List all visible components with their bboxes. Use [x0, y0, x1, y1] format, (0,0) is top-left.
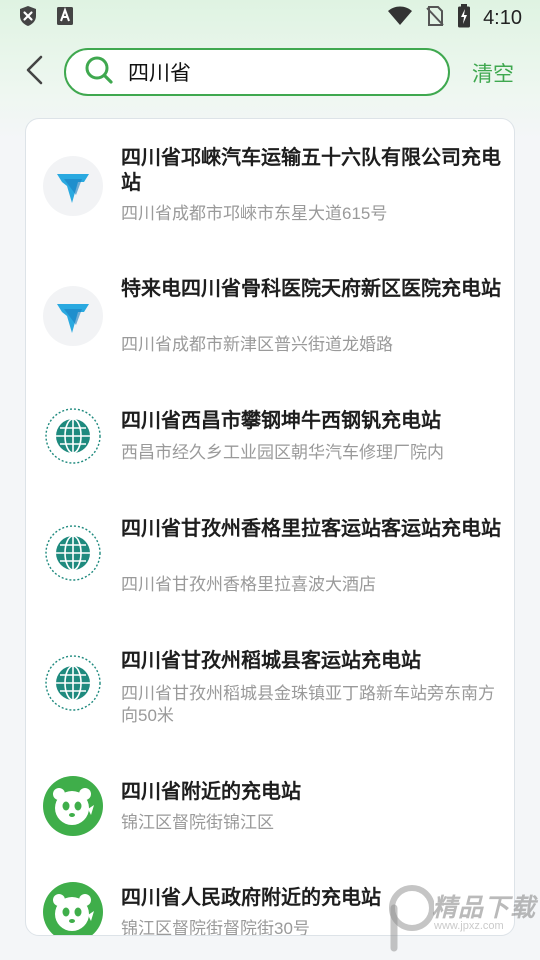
- station-address: 四川省甘孜州香格里拉喜波大酒店: [121, 575, 376, 594]
- station-title: 四川省人民政府附近的充电站: [121, 887, 381, 909]
- station-address: 锦江区督院街锦江区: [121, 813, 274, 832]
- station-title: 特来电四川省骨科医院天府新区医院充电站: [121, 278, 501, 300]
- clear-button[interactable]: 清空: [472, 58, 514, 88]
- list-item[interactable]: 四川省附近的充电站 锦江区督院街锦江区: [26, 749, 514, 859]
- search-header: 清空: [0, 40, 540, 106]
- state-grid-logo-icon: [42, 522, 104, 584]
- list-item[interactable]: 四川省甘孜州稻城县客运站充电站 四川省甘孜州稻城县金珠镇亚丁路新车站旁东南方向5…: [26, 619, 514, 749]
- station-title: 四川省附近的充电站: [121, 781, 301, 803]
- search-icon: [84, 55, 114, 90]
- chevron-left-icon: [24, 55, 44, 90]
- state-grid-logo-icon: [42, 405, 104, 467]
- search-box[interactable]: [64, 48, 450, 96]
- panda-logo-icon: [42, 881, 104, 935]
- station-title: 四川省西昌市攀钢坤牛西钢钒充电站: [121, 410, 441, 432]
- search-input[interactable]: [128, 60, 408, 84]
- list-item[interactable]: 四川省甘孜州香格里拉客运站客运站充电站 四川省甘孜州香格里拉喜波大酒店: [26, 489, 514, 619]
- station-title: 四川省邛崍汽车运输五十六队有限公司充电站: [121, 147, 501, 194]
- state-grid-logo-icon: [42, 652, 104, 714]
- telaidian-logo-icon: [42, 285, 104, 347]
- list-item[interactable]: 四川省人民政府附近的充电站 锦江区督院街督院街30号: [26, 859, 514, 936]
- telaidian-logo-icon: [42, 155, 104, 217]
- a-badge-icon: [56, 6, 74, 31]
- station-address: 锦江区督院街督院街30号: [121, 919, 310, 936]
- list-item[interactable]: 四川省邛崍汽车运输五十六队有限公司充电站 四川省成都市邛崍市东星大道615号: [26, 119, 514, 249]
- battery-charging-icon: [457, 3, 471, 33]
- list-item[interactable]: 四川省西昌市攀钢坤牛西钢钒充电站 西昌市经久乡工业园区朝华汽车修理厂院内: [26, 379, 514, 489]
- no-sim-icon: [425, 5, 445, 32]
- station-address: 西昌市经久乡工业园区朝华汽车修理厂院内: [121, 443, 444, 462]
- station-address: 四川省成都市邛崍市东星大道615号: [121, 204, 388, 223]
- station-address: 四川省甘孜州稻城县金珠镇亚丁路新车站旁东南方向50米: [121, 684, 495, 725]
- status-time: 4:10: [483, 6, 522, 29]
- station-title: 四川省甘孜州香格里拉客运站客运站充电站: [121, 518, 501, 540]
- shield-x-icon: [18, 5, 38, 32]
- panda-logo-icon: [42, 775, 104, 837]
- status-bar: 4:10: [0, 0, 540, 36]
- results-list: 四川省邛崍汽车运输五十六队有限公司充电站 四川省成都市邛崍市东星大道615号 特…: [25, 118, 515, 936]
- wifi-icon: [387, 6, 413, 31]
- back-button[interactable]: [16, 52, 52, 92]
- station-address: 四川省成都市新津区普兴街道龙婚路: [121, 335, 393, 354]
- station-title: 四川省甘孜州稻城县客运站充电站: [121, 650, 421, 672]
- list-item[interactable]: 特来电四川省骨科医院天府新区医院充电站 四川省成都市新津区普兴街道龙婚路: [26, 249, 514, 379]
